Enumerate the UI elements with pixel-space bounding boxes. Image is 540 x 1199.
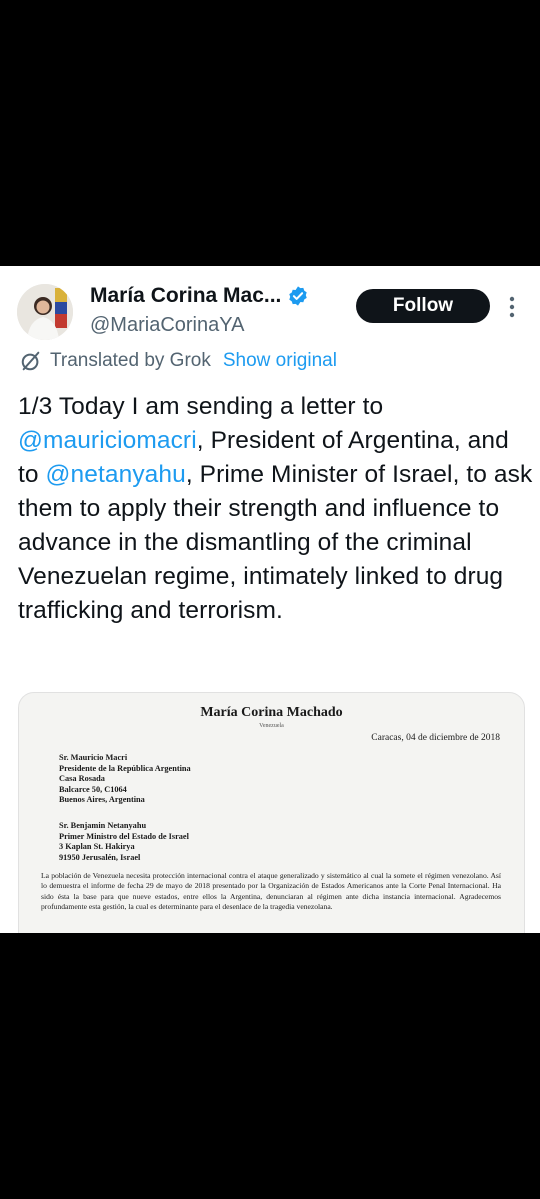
address-line: 91950 Jerusalén, Israel: [59, 852, 141, 862]
more-options-icon[interactable]: [504, 294, 520, 320]
address-line: Sr. Benjamin Netanyahu: [59, 821, 147, 830]
address-line: Buenos Aires, Argentina: [59, 795, 145, 804]
letter-date: Caracas, 04 de diciembre de 2018: [371, 733, 500, 743]
avatar[interactable]: [17, 284, 73, 340]
address-line: Casa Rosada: [59, 774, 105, 783]
author-name[interactable]: María Corina Mac...: [90, 284, 281, 308]
tweet-card: María Corina Mac... @MariaCorinaYA Follo…: [0, 266, 540, 933]
mention-link[interactable]: @netanyahu: [46, 461, 186, 488]
grok-icon: [21, 351, 40, 371]
letter-title: María Corina Machado: [200, 705, 343, 720]
address-line: 3 Kaplan St. Hakirya: [59, 842, 135, 851]
attached-letter-image[interactable]: María Corina Machado Venezuela Caracas, …: [18, 692, 525, 933]
letter-recipient-1: Sr. Mauricio Macri Presidente de la Repú…: [59, 753, 191, 806]
tweet-text: 1/3 Today I am sending a letter to @maur…: [18, 390, 533, 628]
mention-link[interactable]: @mauriciomacri: [18, 427, 197, 454]
letter-subtitle: Venezuela: [259, 723, 284, 729]
avatar-image: [17, 284, 73, 340]
translation-row: Translated by Grok Show original: [20, 350, 337, 372]
address-line: Balcarce 50, C1064: [59, 784, 127, 794]
author-handle[interactable]: @MariaCorinaYA: [90, 314, 244, 337]
verified-badge-icon: [289, 286, 308, 306]
address-line: Presidente de la República Argentina: [59, 763, 191, 773]
author-name-row: María Corina Mac...: [90, 284, 309, 308]
letter-body: La población de Venezuela necesita prote…: [41, 871, 501, 912]
tweet-text-part: 1/3 Today I am sending a letter to: [18, 393, 384, 420]
translated-by-label: Translated by Grok: [50, 350, 211, 371]
address-line: Sr. Mauricio Macri: [59, 753, 128, 762]
address-line: Primer Ministro del Estado de Israel: [59, 831, 189, 841]
letter-paragraph: La población de Venezuela necesita prote…: [41, 871, 501, 911]
follow-button[interactable]: Follow: [356, 289, 490, 323]
show-original-link[interactable]: Show original: [223, 350, 337, 372]
letter-recipient-2: Sr. Benjamin Netanyahu Primer Ministro d…: [59, 821, 189, 863]
